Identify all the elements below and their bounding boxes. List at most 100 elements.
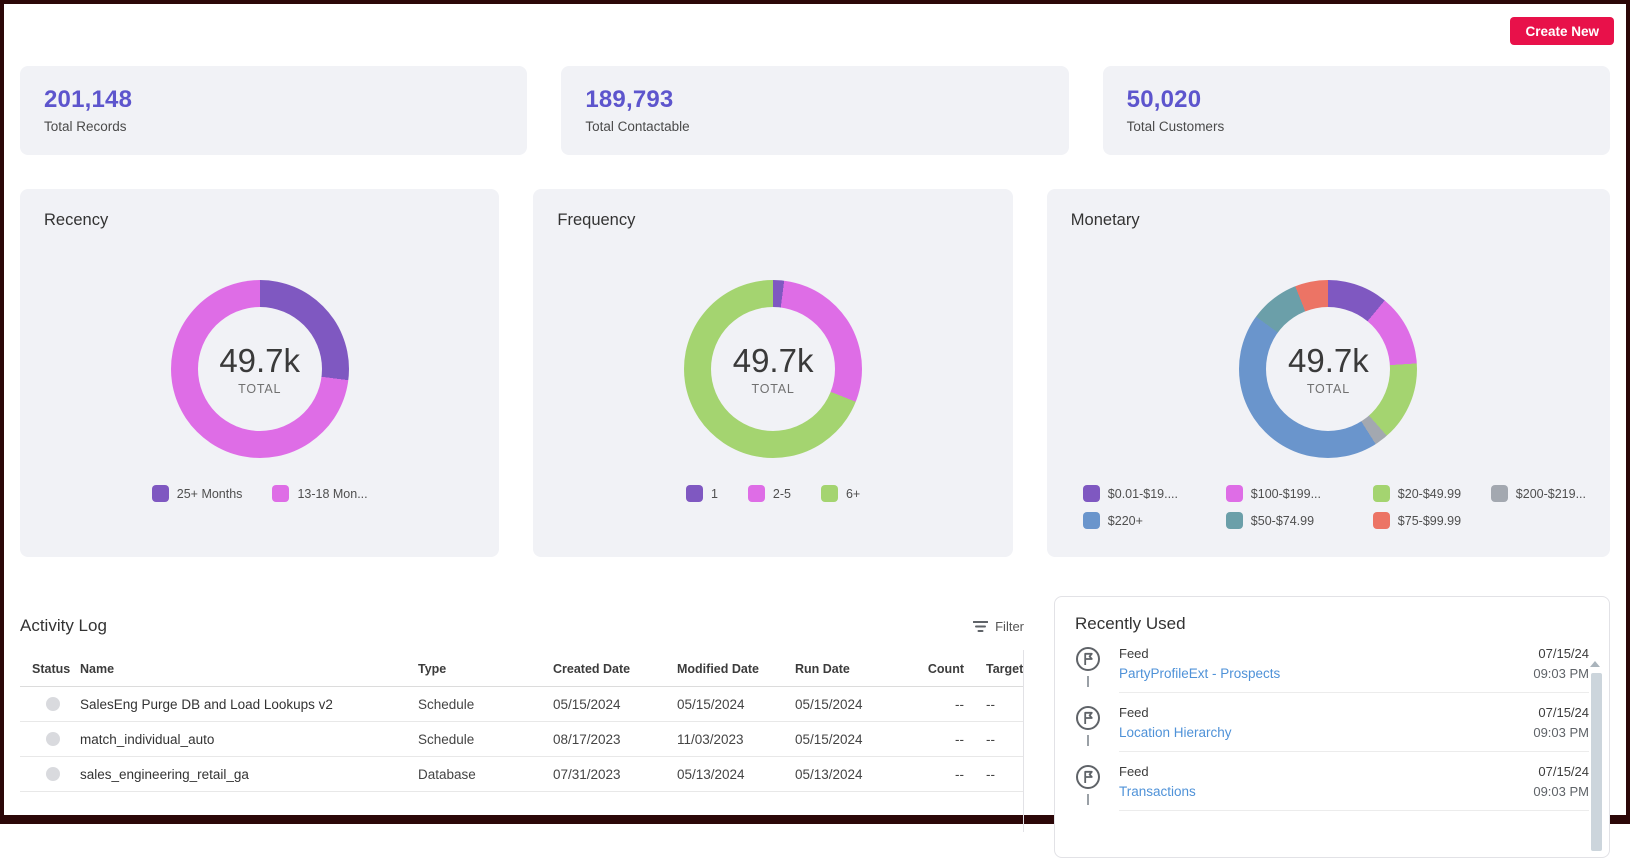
stat-card-total-contactable: 189,793 Total Contactable [561, 66, 1068, 155]
recent-item-time: 09:03 PM [1533, 725, 1589, 740]
legend-item[interactable]: 2-5 [748, 485, 791, 502]
stat-value: 189,793 [585, 86, 1044, 114]
recent-item-link[interactable]: Location Hierarchy [1119, 725, 1232, 740]
frequency-chart-card: Frequency 49.7k TOTAL 1 2-5 6+ [533, 189, 1012, 557]
monetary-donut-chart[interactable]: 49.7k TOTAL [1239, 280, 1417, 458]
stat-label: Total Customers [1127, 119, 1586, 134]
create-new-button[interactable]: Create New [1510, 17, 1614, 45]
donut-total-label: TOTAL [238, 382, 281, 396]
activity-target: -- [966, 732, 1024, 747]
table-row[interactable]: SalesEng Purge DB and Load Lookups v2 Sc… [20, 687, 1024, 722]
list-item[interactable]: Feed Transactions 07/15/24 09:03 PM [1075, 764, 1589, 811]
chart-title: Frequency [557, 211, 988, 230]
legend-swatch [1373, 512, 1390, 529]
legend-swatch [1491, 485, 1508, 502]
timeline-connector [1087, 676, 1089, 687]
legend-label: $220+ [1108, 514, 1143, 528]
filter-icon [973, 620, 988, 633]
scrollbar-thumb[interactable] [1591, 673, 1602, 851]
recent-item-time: 09:03 PM [1533, 666, 1589, 681]
donut-center: 49.7k TOTAL [198, 307, 322, 431]
scroll-up-arrow-icon[interactable] [1590, 661, 1600, 667]
col-header-run[interactable]: Run Date [783, 662, 911, 676]
legend-item[interactable]: $100-$199... [1226, 485, 1373, 502]
legend-swatch [152, 485, 169, 502]
activity-created: 07/31/2023 [541, 767, 665, 782]
donut-center: 49.7k TOTAL [711, 307, 835, 431]
list-item[interactable]: Feed Location Hierarchy 07/15/24 09:03 P… [1075, 705, 1589, 752]
table-row[interactable]: match_individual_auto Schedule 08/17/202… [20, 722, 1024, 757]
legend-item[interactable]: $200-$219... [1491, 485, 1586, 502]
recent-item-type: Feed [1119, 646, 1280, 661]
activity-count: -- [911, 732, 966, 747]
legend-item[interactable]: $220+ [1083, 512, 1226, 529]
legend-item[interactable]: $75-$99.99 [1373, 512, 1491, 529]
legend-swatch [272, 485, 289, 502]
activity-name-link[interactable]: SalesEng Purge DB and Load Lookups v2 [68, 697, 406, 712]
legend-item[interactable]: 25+ Months [152, 485, 243, 502]
activity-type: Database [406, 767, 541, 782]
activity-name-link[interactable]: sales_engineering_retail_ga [68, 767, 406, 782]
activity-target: -- [966, 697, 1024, 712]
legend-label: 6+ [846, 487, 860, 501]
activity-created: 08/17/2023 [541, 732, 665, 747]
legend-label: 25+ Months [177, 487, 243, 501]
legend-label: $50-$74.99 [1251, 514, 1314, 528]
recency-donut-chart[interactable]: 49.7k TOTAL [171, 280, 349, 458]
legend-item[interactable]: 13-18 Mon... [272, 485, 367, 502]
legend-item[interactable]: 1 [686, 485, 718, 502]
chart-title: Monetary [1071, 211, 1586, 230]
col-header-count[interactable]: Count [911, 662, 966, 676]
feed-icon [1075, 705, 1101, 731]
legend-item[interactable]: 6+ [821, 485, 860, 502]
filter-button[interactable]: Filter [973, 619, 1024, 634]
status-indicator [46, 732, 60, 746]
frequency-donut-chart[interactable]: 49.7k TOTAL [684, 280, 862, 458]
legend-item[interactable]: $50-$74.99 [1226, 512, 1373, 529]
legend-swatch [748, 485, 765, 502]
recency-chart-card: Recency 49.7k TOTAL 25+ Months13-18 Mon.… [20, 189, 499, 557]
activity-count: -- [911, 697, 966, 712]
status-indicator [46, 767, 60, 781]
activity-scrollbar-track[interactable] [1023, 650, 1024, 832]
col-header-name[interactable]: Name [68, 662, 406, 676]
legend-label: 2-5 [773, 487, 791, 501]
recent-item-type: Feed [1119, 705, 1232, 720]
recently-used-card: Recently Used Feed PartyProfileExt - Pro… [1054, 596, 1610, 858]
donut-total-label: TOTAL [752, 382, 795, 396]
feed-icon [1075, 646, 1101, 672]
monetary-legend: $0.01-$19.... $100-$199...$20-$49.99$200-… [1071, 485, 1586, 529]
activity-type: Schedule [406, 697, 541, 712]
recently-used-title: Recently Used [1075, 614, 1589, 634]
col-header-created[interactable]: Created Date [541, 662, 665, 676]
stat-label: Total Records [44, 119, 503, 134]
recent-item-date: 07/15/24 [1533, 764, 1589, 779]
donut-total-value: 49.7k [1288, 342, 1369, 380]
feed-icon [1075, 764, 1101, 790]
legend-label: $0.01-$19.... [1108, 487, 1178, 501]
col-header-target[interactable]: Target [966, 662, 1024, 676]
recency-legend: 25+ Months 13-18 Mon... [44, 485, 475, 502]
table-row[interactable]: sales_engineering_retail_ga Database 07/… [20, 757, 1024, 792]
col-header-status[interactable]: Status [20, 662, 68, 676]
activity-name-link[interactable]: match_individual_auto [68, 732, 406, 747]
legend-item[interactable]: $20-$49.99 [1373, 485, 1491, 502]
recent-item-type: Feed [1119, 764, 1196, 779]
legend-swatch [1226, 512, 1243, 529]
list-item[interactable]: Feed PartyProfileExt - Prospects 07/15/2… [1075, 646, 1589, 693]
recent-item-link[interactable]: PartyProfileExt - Prospects [1119, 666, 1280, 681]
activity-created: 05/15/2024 [541, 697, 665, 712]
filter-label: Filter [995, 619, 1024, 634]
legend-label: $75-$99.99 [1398, 514, 1461, 528]
legend-label: 13-18 Mon... [297, 487, 367, 501]
col-header-type[interactable]: Type [406, 662, 541, 676]
col-header-modified[interactable]: Modified Date [665, 662, 783, 676]
legend-label: 1 [711, 487, 718, 501]
activity-run: 05/15/2024 [783, 732, 911, 747]
legend-swatch [1226, 485, 1243, 502]
activity-run: 05/15/2024 [783, 697, 911, 712]
recent-item-link[interactable]: Transactions [1119, 784, 1196, 799]
legend-item[interactable]: $0.01-$19.... [1083, 485, 1226, 502]
timeline-connector [1087, 735, 1089, 746]
stat-value: 50,020 [1127, 86, 1586, 114]
